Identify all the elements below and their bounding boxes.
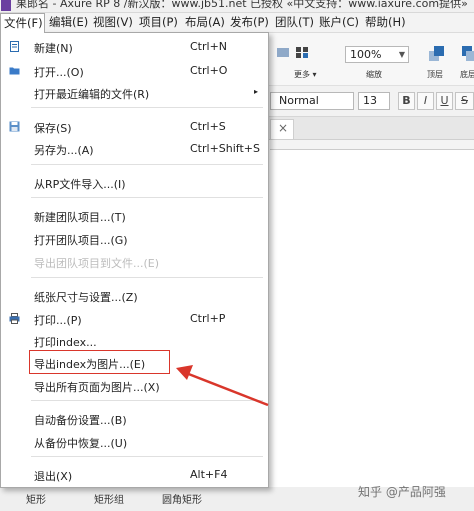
new-file-icon — [10, 41, 19, 52]
close-icon[interactable]: × — [278, 121, 288, 135]
menu-item-new[interactable]: 新建(N) Ctrl+N — [1, 37, 268, 57]
file-menu-dropdown: 新建(N) Ctrl+N 打开...(O) Ctrl+O 打开最近编辑的文件(R… — [0, 32, 269, 488]
font-size-select[interactable]: 13 — [358, 92, 390, 110]
zoom-label: 缩放 — [366, 70, 382, 79]
menu-item-export-all-pages-image[interactable]: 导出所有页面为图片...(X) — [1, 376, 268, 396]
printer-icon — [9, 313, 20, 324]
axure-app-icon — [1, 0, 11, 11]
highlight-box — [29, 350, 170, 374]
underline-button[interactable]: U — [436, 92, 453, 110]
menu-item-page-setup[interactable]: 纸张尺寸与设置...(Z) — [1, 286, 268, 306]
folder-open-icon — [9, 67, 20, 75]
menu-file[interactable]: 文件(F) — [0, 13, 45, 33]
save-icon — [9, 121, 20, 132]
menu-item-print-index[interactable]: 打印index... — [1, 331, 268, 351]
window-title: 果郎名 - Axure RP 8 /新汉版：www.jb51.net 已授权 «… — [16, 0, 468, 10]
zoom-value: 100% — [350, 48, 382, 61]
menu-item-open-team-project[interactable]: 打开团队项目...(G) — [1, 229, 268, 249]
strikethrough-button[interactable]: S — [455, 92, 474, 110]
watermark: 知乎 @产品阿强 — [358, 485, 446, 499]
menu-bar: 文件(F) 编辑(E) 视图(V) 项目(P) 布局(A) 发布(P) 团队(T… — [0, 13, 474, 33]
menu-view[interactable]: 视图(V) — [90, 13, 136, 32]
submenu-arrow-icon: ▸ — [254, 87, 259, 96]
menu-separator — [31, 456, 263, 457]
design-canvas[interactable] — [270, 140, 474, 496]
more-tools-icon[interactable] — [294, 45, 310, 59]
send-to-back-label: 底层 — [460, 70, 474, 79]
menu-item-new-team-project[interactable]: 新建团队项目...(T) — [1, 206, 268, 226]
menu-layout[interactable]: 布局(A) — [182, 13, 228, 32]
menu-edit[interactable]: 编辑(E) — [46, 13, 91, 32]
font-style-select[interactable]: Normal — [270, 92, 354, 110]
menu-item-save-as[interactable]: 另存为...(A) Ctrl+Shift+S — [1, 139, 268, 159]
menu-separator — [31, 164, 263, 165]
chevron-down-icon: ▼ — [398, 50, 405, 59]
bring-to-front-label: 顶层 — [427, 70, 443, 79]
widget-rectangle-group[interactable]: 矩形组 — [94, 491, 124, 506]
menu-separator — [31, 277, 263, 278]
menu-item-restore-backup[interactable]: 从备份中恢复...(U) — [1, 432, 268, 452]
menu-item-import-rp[interactable]: 从RP文件导入...(I) — [1, 173, 268, 193]
menu-team[interactable]: 团队(T) — [272, 13, 317, 32]
menu-item-recent-files[interactable]: 打开最近编辑的文件(R) ▸ — [1, 83, 268, 103]
menu-separator — [31, 197, 263, 198]
widget-rectangle[interactable]: 矩形 — [26, 491, 46, 506]
send-to-back-icon[interactable] — [461, 45, 474, 63]
menu-help[interactable]: 帮助(H) — [362, 13, 409, 32]
horizontal-ruler — [270, 140, 474, 150]
menu-item-print[interactable]: 打印...(P) Ctrl+P — [1, 309, 268, 329]
menu-separator — [31, 107, 263, 108]
menu-item-auto-backup[interactable]: 自动备份设置...(B) — [1, 409, 268, 429]
menu-item-export-team-project: 导出团队项目到文件...(E) — [34, 257, 160, 270]
menu-separator — [31, 400, 263, 401]
window-title-bar: 果郎名 - Axure RP 8 /新汉版：www.jb51.net 已授权 «… — [0, 0, 474, 13]
bold-button[interactable]: B — [398, 92, 415, 110]
italic-button[interactable]: I — [417, 92, 434, 110]
zoom-select[interactable]: 100% ▼ — [345, 46, 409, 63]
menu-item-exit[interactable]: 退出(X) Alt+F4 — [1, 465, 268, 485]
menu-item-save[interactable]: 保存(S) Ctrl+S — [1, 117, 268, 137]
widget-rounded-rectangle[interactable]: 圆角矩形 — [162, 491, 202, 506]
bring-to-front-icon[interactable] — [428, 45, 446, 63]
menu-project[interactable]: 项目(P) — [136, 13, 181, 32]
menu-item-open[interactable]: 打开...(O) Ctrl+O — [1, 61, 268, 81]
move-tool-icon[interactable] — [276, 45, 290, 59]
page-tab[interactable]: × — [270, 119, 294, 139]
menu-account[interactable]: 账户(C) — [316, 13, 362, 32]
menu-publish[interactable]: 发布(P) — [227, 13, 272, 32]
more-tools-label: 更多 ▾ — [294, 70, 317, 79]
